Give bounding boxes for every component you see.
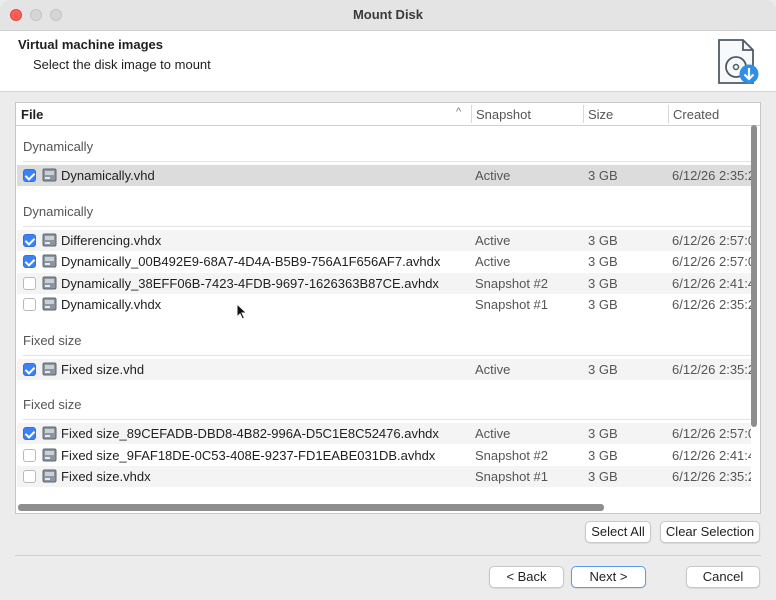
- disk-image-table[interactable]: File ^ Snapshot Size Created Dynamically…: [15, 102, 761, 514]
- column-divider[interactable]: [583, 105, 584, 123]
- column-divider[interactable]: [668, 105, 669, 123]
- virtual-disk-icon: [42, 297, 57, 311]
- table-row[interactable]: Dynamically.vhdx Snapshot #1 3 GB 6/12/26 2…: [17, 294, 751, 315]
- group-header: Fixed size: [23, 332, 82, 348]
- file-name: Dynamically.vhdx: [61, 297, 162, 312]
- group-header: Fixed size: [23, 397, 82, 412]
- created-date: 6/12/26 2:57:0: [672, 232, 751, 248]
- title-bar: Mount Disk: [0, 0, 776, 31]
- column-divider[interactable]: [471, 105, 472, 123]
- snapshot-state: Snapshot #2: [475, 447, 549, 463]
- created-date: 6/12/26 2:35:2: [672, 469, 751, 484]
- created-date: 6/12/26 2:41:4: [672, 447, 751, 463]
- group-header: Dynamically: [23, 203, 94, 219]
- column-header-snapshot[interactable]: Snapshot: [476, 107, 531, 122]
- snapshot-state: Snapshot #2: [475, 275, 549, 291]
- file-name: Differencing.vhdx: [61, 232, 162, 248]
- group-divider: [23, 354, 751, 356]
- disk-download-icon: [718, 39, 759, 84]
- table-row[interactable]: Dynamically_38EFF06B-7423-4FDB-9697-1626…: [17, 272, 751, 294]
- checkbox-checked[interactable]: [23, 362, 36, 376]
- checkbox-checked[interactable]: [23, 169, 36, 182]
- file-name: Dynamically_00B492E9-68A7-4D4A-B5B9-756A…: [61, 254, 441, 269]
- file-size: 3 GB: [588, 469, 618, 484]
- clear-selection-button[interactable]: Clear Selection: [660, 521, 760, 543]
- file-size: 3 GB: [588, 426, 618, 441]
- wizard-header: Virtual machine images Select the disk i…: [0, 31, 776, 92]
- sort-ascending-icon[interactable]: ^: [456, 106, 461, 118]
- checkbox-checked[interactable]: [23, 233, 36, 247]
- checkbox-checked[interactable]: [23, 427, 36, 440]
- snapshot-state: Snapshot #1: [475, 297, 549, 312]
- snapshot-state: Active: [475, 361, 511, 377]
- checkbox-unchecked[interactable]: [23, 448, 36, 462]
- file-size: 3 GB: [588, 297, 618, 312]
- created-date: 6/12/26 2:57:0: [672, 254, 751, 269]
- header-title: Virtual machine images: [18, 37, 163, 52]
- virtual-disk-icon: [42, 233, 57, 246]
- file-name: Fixed size.vhd: [61, 361, 145, 377]
- checkbox-unchecked[interactable]: [23, 470, 36, 483]
- column-header-size[interactable]: Size: [588, 107, 613, 122]
- group-divider: [23, 161, 751, 162]
- snapshot-state: Active: [475, 426, 511, 441]
- file-name: Dynamically_38EFF06B-7423-4FDB-9697-1626…: [61, 275, 439, 291]
- mouse-pointer-icon: [236, 303, 248, 320]
- group-divider: [23, 225, 751, 227]
- table-row[interactable]: Dynamically_00B492E9-68A7-4D4A-B5B9-756A…: [17, 251, 751, 272]
- checkbox-unchecked[interactable]: [23, 298, 36, 311]
- table-row[interactable]: Dynamically.vhd Active 3 GB 6/12/26 2:35:2: [17, 165, 751, 186]
- file-size: 3 GB: [588, 232, 618, 248]
- column-header-file[interactable]: File: [21, 107, 43, 122]
- checkbox-unchecked[interactable]: [23, 276, 36, 290]
- vertical-scroll-thumb[interactable]: [751, 125, 757, 427]
- virtual-disk-icon: [42, 426, 57, 440]
- group-divider: [23, 419, 751, 420]
- snapshot-state: Active: [475, 254, 511, 269]
- created-date: 6/12/26 2:41:4: [672, 275, 751, 291]
- file-size: 3 GB: [588, 447, 618, 463]
- select-all-button[interactable]: Select All: [585, 521, 651, 543]
- file-size: 3 GB: [588, 275, 618, 291]
- file-name: Fixed size_89CEFADB-DBD8-4B82-996A-D5C1E…: [61, 426, 439, 441]
- horizontal-scroll-thumb[interactable]: [18, 504, 604, 511]
- virtual-disk-icon: [42, 254, 57, 268]
- header-subtitle: Select the disk image to mount: [33, 57, 211, 72]
- virtual-disk-icon: [42, 469, 57, 483]
- created-date: 6/12/26 2:35:2: [672, 361, 751, 377]
- file-size: 3 GB: [588, 254, 618, 269]
- virtual-disk-icon: [42, 362, 57, 375]
- virtual-disk-icon: [42, 168, 57, 182]
- virtual-disk-icon: [42, 448, 57, 461]
- file-size: 3 GB: [588, 361, 618, 377]
- created-date: 6/12/26 2:35:2: [672, 297, 751, 312]
- next-button[interactable]: Next >: [571, 566, 646, 588]
- created-date: 6/12/26 2:57:0: [672, 426, 751, 441]
- snapshot-state: Snapshot #1: [475, 469, 549, 484]
- file-name: Dynamically.vhd: [61, 168, 155, 183]
- table-row[interactable]: Fixed size.vhd Active 3 GB 6/12/26 2:35:2: [17, 358, 751, 380]
- file-name: Fixed size.vhdx: [61, 469, 151, 484]
- table-row[interactable]: Fixed size_9FAF18DE-0C53-408E-9237-FD1EA…: [17, 445, 751, 466]
- file-size: 3 GB: [588, 168, 618, 183]
- window-title: Mount Disk: [352, 7, 424, 22]
- back-button[interactable]: < Back: [489, 566, 564, 588]
- cancel-button[interactable]: Cancel: [686, 566, 760, 588]
- checkbox-checked[interactable]: [23, 255, 36, 268]
- created-date: 6/12/26 2:35:2: [672, 168, 751, 183]
- column-header-created[interactable]: Created: [673, 107, 719, 122]
- group-header: Dynamically: [23, 139, 94, 154]
- footer-divider: [15, 555, 761, 556]
- table-header: File ^ Snapshot Size Created: [16, 103, 760, 126]
- mount-disk-window: Mount Disk Virtual machine images Select…: [0, 0, 776, 600]
- table-row[interactable]: Differencing.vhdx Active 3 GB 6/12/26 2:57:…: [17, 229, 751, 251]
- snapshot-state: Active: [475, 168, 511, 183]
- vertical-scrollbar[interactable]: [750, 125, 759, 509]
- virtual-disk-icon: [42, 276, 57, 289]
- table-row[interactable]: Fixed size_89CEFADB-DBD8-4B82-996A-D5C1E…: [17, 423, 751, 444]
- table-row[interactable]: Fixed size.vhdx Snapshot #1 3 GB 6/12/26 2:…: [17, 466, 751, 487]
- snapshot-state: Active: [475, 232, 511, 248]
- file-name: Fixed size_9FAF18DE-0C53-408E-9237-FD1EA…: [61, 447, 436, 463]
